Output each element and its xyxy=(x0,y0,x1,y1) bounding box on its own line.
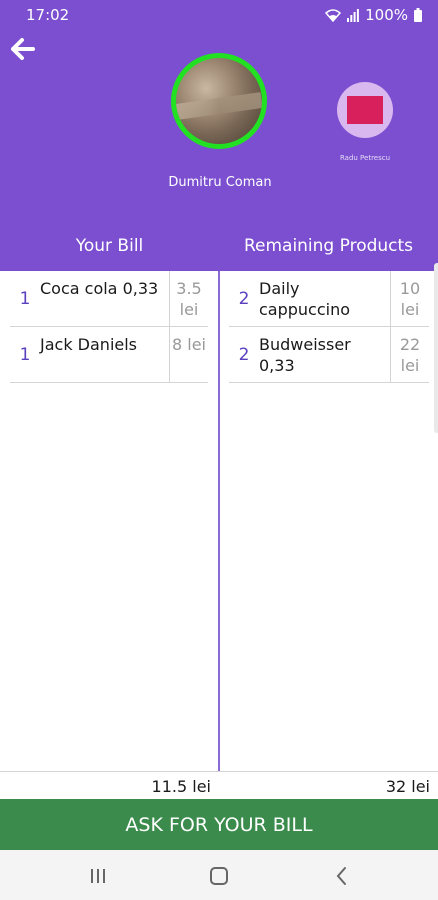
remaining-total: 32 lei xyxy=(385,777,430,796)
main-user-avatar[interactable] xyxy=(171,53,267,149)
totals-bar: 11.5 lei 32 lei xyxy=(0,771,438,800)
remaining-products-list: 2 Daily cappuccino 10 lei 2 Budweisser 0… xyxy=(229,271,429,383)
home-icon xyxy=(210,867,228,885)
list-item[interactable]: 2 Daily cappuccino 10 lei xyxy=(229,271,429,327)
list-item[interactable]: 1 Jack Daniels 8 lei xyxy=(10,327,208,383)
recents-button[interactable] xyxy=(86,865,110,887)
other-user-avatar[interactable] xyxy=(337,82,393,138)
ask-for-bill-button[interactable]: ASK FOR YOUR BILL xyxy=(0,799,438,850)
column-divider xyxy=(218,271,220,799)
battery-percent: 100% xyxy=(365,6,408,24)
edge-panel-handle[interactable] xyxy=(434,263,438,433)
arrow-left-icon xyxy=(11,38,35,60)
chevron-left-icon xyxy=(336,867,346,885)
remaining-products-title: Remaining Products xyxy=(243,236,414,256)
status-time: 17:02 xyxy=(26,6,70,24)
item-quantity: 2 xyxy=(238,288,250,309)
list-item[interactable]: 1 Coca cola 0,33 3.5 lei xyxy=(10,271,208,327)
status-bar: 17:02 100% xyxy=(0,0,438,30)
item-quantity: 1 xyxy=(19,344,31,365)
signal-icon xyxy=(347,8,360,22)
item-price: 3.5 lei xyxy=(169,271,208,326)
item-quantity: 2 xyxy=(238,344,250,365)
item-quantity: 1 xyxy=(19,288,31,309)
your-bill-total: 11.5 lei xyxy=(151,777,211,796)
battery-icon xyxy=(414,8,422,22)
main-user-name: Dumitru Coman xyxy=(168,175,272,190)
item-price: 22 lei xyxy=(390,327,429,382)
wifi-icon xyxy=(325,8,342,22)
item-name: Daily cappuccino xyxy=(259,279,351,319)
item-name: Jack Daniels xyxy=(40,335,138,354)
other-user-name: Radu Petrescu xyxy=(339,154,391,162)
home-button[interactable] xyxy=(207,865,231,887)
avatar-placeholder xyxy=(347,96,383,124)
item-name: Coca cola 0,33 xyxy=(40,279,159,298)
item-price: 8 lei xyxy=(169,327,208,382)
item-name: Budweisser 0,33 xyxy=(259,335,351,375)
system-nav-bar xyxy=(0,850,438,900)
recents-icon xyxy=(91,869,105,883)
header: 17:02 100% Dumitru Coman Radu Petrescu Y… xyxy=(0,0,438,271)
item-price: 10 lei xyxy=(390,271,429,326)
your-bill-title: Your Bill xyxy=(75,236,144,256)
list-item[interactable]: 2 Budweisser 0,33 22 lei xyxy=(229,327,429,383)
nav-back-button[interactable] xyxy=(330,865,354,887)
status-icons: 100% xyxy=(325,6,422,24)
back-button[interactable] xyxy=(8,34,38,64)
your-bill-list: 1 Coca cola 0,33 3.5 lei 1 Jack Daniels … xyxy=(10,271,208,383)
